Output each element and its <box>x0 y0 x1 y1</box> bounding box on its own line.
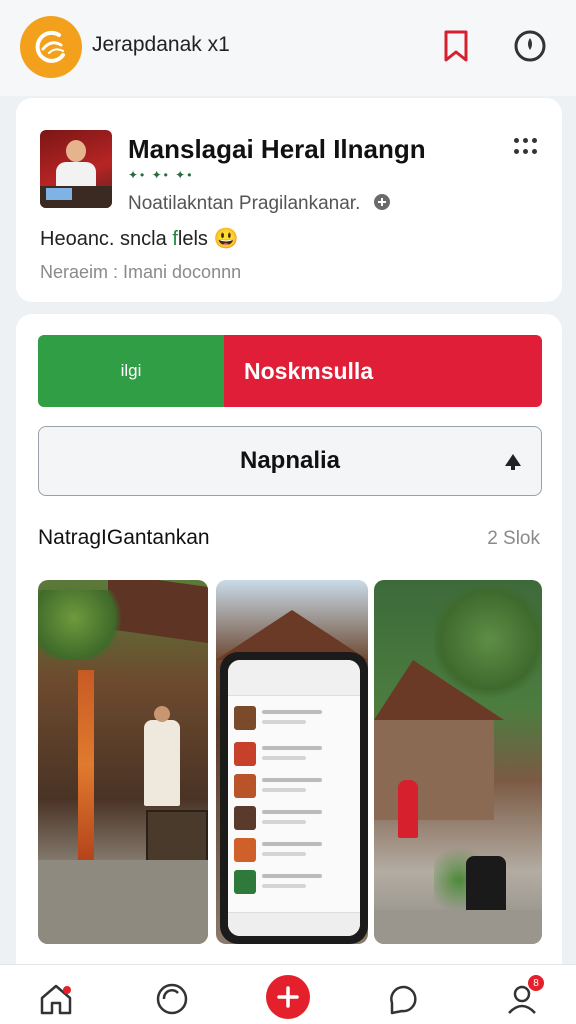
refresh-icon[interactable] <box>152 979 192 1019</box>
arrow-up-icon <box>503 451 523 479</box>
post-body: Heoanc. sncla flels 😃 <box>40 226 238 251</box>
bottom-nav: 8 <box>0 964 576 1024</box>
post-meta-text: Noatilakntan Pragilankanar. <box>128 193 361 214</box>
post-title: Manslagai Heral Ilnangn <box>128 134 426 164</box>
logo-icon[interactable] <box>20 16 82 78</box>
more-options-icon[interactable] <box>512 136 540 160</box>
gallery-photo-2[interactable] <box>216 580 368 944</box>
top-bar: Jerapdanak x1 <box>0 0 576 96</box>
gallery-photo-1[interactable] <box>38 580 208 944</box>
main-card: ilgi Noskmsulla Napnalia NatragIGantanka… <box>16 314 562 1024</box>
phone-mockup <box>220 652 368 944</box>
post-body-prefix: Heoanc. sncla <box>40 228 167 250</box>
post-body-suffix: lels <box>177 228 208 250</box>
emoji-icon: 😃 <box>213 228 239 250</box>
home-icon[interactable] <box>36 979 76 1019</box>
add-icon[interactable] <box>266 975 310 1019</box>
post-note: Neraeim : Imani doconnn <box>40 262 242 282</box>
chat-icon[interactable] <box>384 979 424 1019</box>
gallery-title: NatragIGantankan <box>38 526 210 549</box>
profile-icon[interactable]: 8 <box>502 975 544 1019</box>
vote-left-option[interactable]: ilgi <box>38 335 224 407</box>
napnalia-label: Napnalia <box>239 447 341 474</box>
avatar[interactable] <box>40 130 112 208</box>
gallery-photo-3[interactable] <box>374 580 542 944</box>
vote-bar[interactable]: ilgi Noskmsulla <box>38 335 542 407</box>
timer-icon[interactable] <box>512 28 548 64</box>
gallery-count[interactable]: 2 Slok <box>487 528 540 550</box>
link-icon[interactable] <box>372 193 392 214</box>
bookmark-icon[interactable] <box>438 28 474 64</box>
napnalia-button[interactable]: Napnalia <box>38 426 542 496</box>
vote-right-option[interactable]: Noskmsulla <box>224 335 542 407</box>
app-title: Jerapdanak x1 <box>92 33 230 56</box>
notification-badge: 8 <box>528 975 544 991</box>
post-decoration: ✦• ✦• ✦• <box>128 168 194 182</box>
post-meta: Noatilakntan Pragilankanar. <box>128 192 392 215</box>
post-card[interactable]: Manslagai Heral Ilnangn ✦• ✦• ✦• Noatila… <box>16 98 562 302</box>
